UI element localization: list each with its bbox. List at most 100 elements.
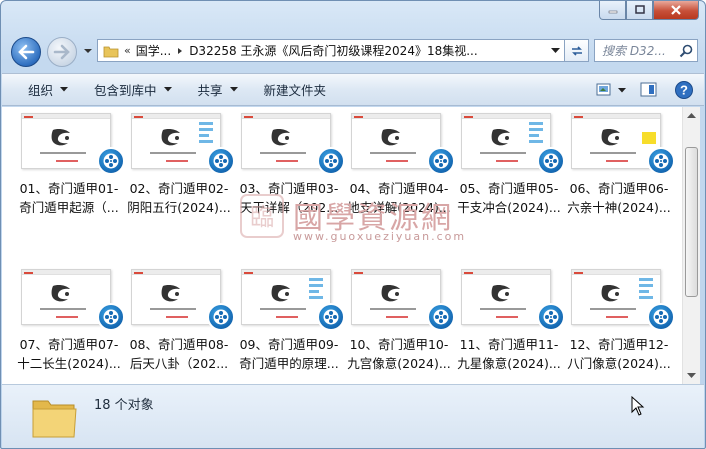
- logo-icon: [491, 129, 510, 146]
- search-input[interactable]: 搜索 D32...: [602, 42, 666, 59]
- file-name-line1: 10、奇门遁甲10-: [349, 337, 449, 352]
- close-icon: [671, 5, 681, 15]
- file-name-line2: 干支冲合(2024)...: [457, 200, 561, 215]
- caption-buttons: [599, 1, 699, 20]
- file-name-line1: 02、奇门遁甲02-: [129, 181, 229, 196]
- file-name: 07、奇门遁甲07- 十二长生(2024)...: [11, 335, 127, 373]
- file-name-line1: 07、奇门遁甲07-: [19, 337, 119, 352]
- file-name-line1: 12、奇门遁甲12-: [569, 337, 669, 352]
- file-name-line2: 九宫像意(2024)...: [347, 356, 451, 371]
- logo-icon: [381, 285, 400, 302]
- chevron-down-icon[interactable]: [618, 87, 626, 93]
- arrow-right-icon: [53, 44, 70, 60]
- file-name: 08、奇门遁甲08- 后天八卦（202...: [121, 335, 237, 373]
- video-file-icon: [97, 147, 125, 175]
- preview-pane-icon[interactable]: [640, 82, 658, 98]
- logo-icon: [491, 285, 510, 302]
- include-in-library-label: 包含到库中: [94, 83, 157, 98]
- video-file-icon: [317, 147, 345, 175]
- explorer-window: « 国学... D32258 王永源《风后奇门初级课程2024》18集视... …: [0, 0, 706, 449]
- chevron-right-icon[interactable]: [173, 47, 187, 55]
- search-box[interactable]: 搜索 D32...: [594, 39, 698, 62]
- command-bar: 组织 包含到库中 共享 新建文件夹 ?: [2, 73, 704, 106]
- file-name-line1: 11、奇门遁甲11-: [459, 337, 559, 352]
- file-name: 11、奇门遁甲11- 九星像意(2024)...: [451, 335, 567, 373]
- file-name: 02、奇门遁甲02- 阴阳五行(2024)...: [121, 179, 237, 217]
- minimize-button[interactable]: [599, 1, 626, 20]
- scroll-thumb[interactable]: [685, 147, 698, 297]
- file-name-line2: 奇门遁甲起源（...: [19, 200, 119, 215]
- chevron-up-icon: [687, 112, 696, 118]
- file-name-line2: 奇门遁甲的原理...: [239, 356, 339, 371]
- help-icon[interactable]: ?: [674, 80, 694, 100]
- item-count: 18 个对象: [94, 398, 154, 413]
- watermark-seal-icon: 臨: [240, 194, 284, 238]
- share-label: 共享: [197, 83, 223, 98]
- file-name: 10、奇门遁甲10- 九宫像意(2024)...: [341, 335, 457, 373]
- breadcrumb-overflow[interactable]: «: [124, 44, 131, 57]
- chevron-down-icon: [163, 87, 172, 92]
- file-name-line2: 八门像意(2024)...: [567, 356, 671, 371]
- refresh-button[interactable]: [565, 39, 589, 62]
- refresh-icon: [571, 45, 582, 56]
- logo-icon: [51, 129, 70, 146]
- logo-icon: [601, 129, 620, 146]
- file-name: 01、奇门遁甲01- 奇门遁甲起源（...: [11, 179, 127, 217]
- file-name-line1: 08、奇门遁甲08-: [129, 337, 229, 352]
- close-button[interactable]: [653, 1, 699, 20]
- file-list-view[interactable]: 01、奇门遁甲01- 奇门遁甲起源（... 02、奇门遁甲02- 阴阳五行(2024)…: [2, 107, 682, 384]
- arrow-left-icon: [18, 44, 35, 60]
- file-name-line1: 05、奇门遁甲05-: [459, 181, 559, 196]
- share-menu[interactable]: 共享: [198, 80, 238, 99]
- breadcrumb-item[interactable]: D32258 王永源《风后奇门初级课程2024》18集视...: [189, 42, 477, 59]
- chevron-down-icon: [229, 87, 238, 92]
- logo-icon: [51, 285, 70, 302]
- details-pane: 18 个对象: [2, 384, 704, 448]
- video-file-icon: [207, 303, 235, 331]
- video-file-icon: [647, 147, 675, 175]
- search-icon[interactable]: [679, 44, 693, 58]
- file-name-line2: 九星像意(2024)...: [457, 356, 561, 371]
- logo-icon: [161, 129, 180, 146]
- scroll-down-button[interactable]: [683, 367, 700, 384]
- vertical-scrollbar[interactable]: [682, 107, 700, 384]
- watermark-url: www.guoxueziyuan.com: [293, 230, 467, 243]
- video-file-icon: [427, 303, 455, 331]
- file-name-line1: 01、奇门遁甲01-: [19, 181, 119, 196]
- view-options-icon[interactable]: [596, 82, 614, 98]
- logo-icon: [271, 129, 290, 146]
- maximize-icon: [634, 5, 645, 14]
- back-button[interactable]: [11, 37, 41, 67]
- video-file-icon: [97, 303, 125, 331]
- file-name-line2: 十二长生(2024)...: [17, 356, 121, 371]
- chevron-down-icon: [687, 372, 696, 378]
- forward-button[interactable]: [47, 37, 77, 67]
- file-name-line2: 后天八卦（202...: [129, 356, 229, 371]
- new-folder-button[interactable]: 新建文件夹: [264, 80, 327, 99]
- file-name-line1: 06、奇门遁甲06-: [569, 181, 669, 196]
- file-name: 09、奇门遁甲09- 奇门遁甲的原理...: [231, 335, 347, 373]
- video-file-icon: [537, 303, 565, 331]
- video-file-icon: [427, 147, 455, 175]
- address-bar[interactable]: « 国学... D32258 王永源《风后奇门初级课程2024》18集视...: [97, 39, 565, 62]
- mouse-cursor-icon: [631, 396, 645, 416]
- video-file-icon: [647, 303, 675, 331]
- logo-icon: [271, 285, 290, 302]
- video-file-icon: [537, 147, 565, 175]
- address-dropdown[interactable]: [546, 40, 564, 61]
- file-name: 12、奇门遁甲12- 八门像意(2024)...: [561, 335, 677, 373]
- include-in-library-menu[interactable]: 包含到库中: [94, 80, 172, 99]
- logo-icon: [381, 129, 400, 146]
- logo-icon: [161, 285, 180, 302]
- scroll-up-button[interactable]: [683, 107, 700, 124]
- minimize-icon: [608, 10, 617, 14]
- organize-menu[interactable]: 组织: [28, 80, 69, 99]
- recent-pages-dropdown-icon[interactable]: [83, 48, 93, 54]
- file-name-line1: 09、奇门遁甲09-: [239, 337, 339, 352]
- video-file-icon: [317, 303, 345, 331]
- file-name: 06、奇门遁甲06- 六亲十神(2024)...: [561, 179, 677, 217]
- organize-label: 组织: [28, 83, 54, 98]
- chevron-down-icon: [550, 47, 560, 53]
- breadcrumb-item[interactable]: 国学...: [136, 42, 171, 59]
- maximize-button[interactable]: [626, 1, 653, 20]
